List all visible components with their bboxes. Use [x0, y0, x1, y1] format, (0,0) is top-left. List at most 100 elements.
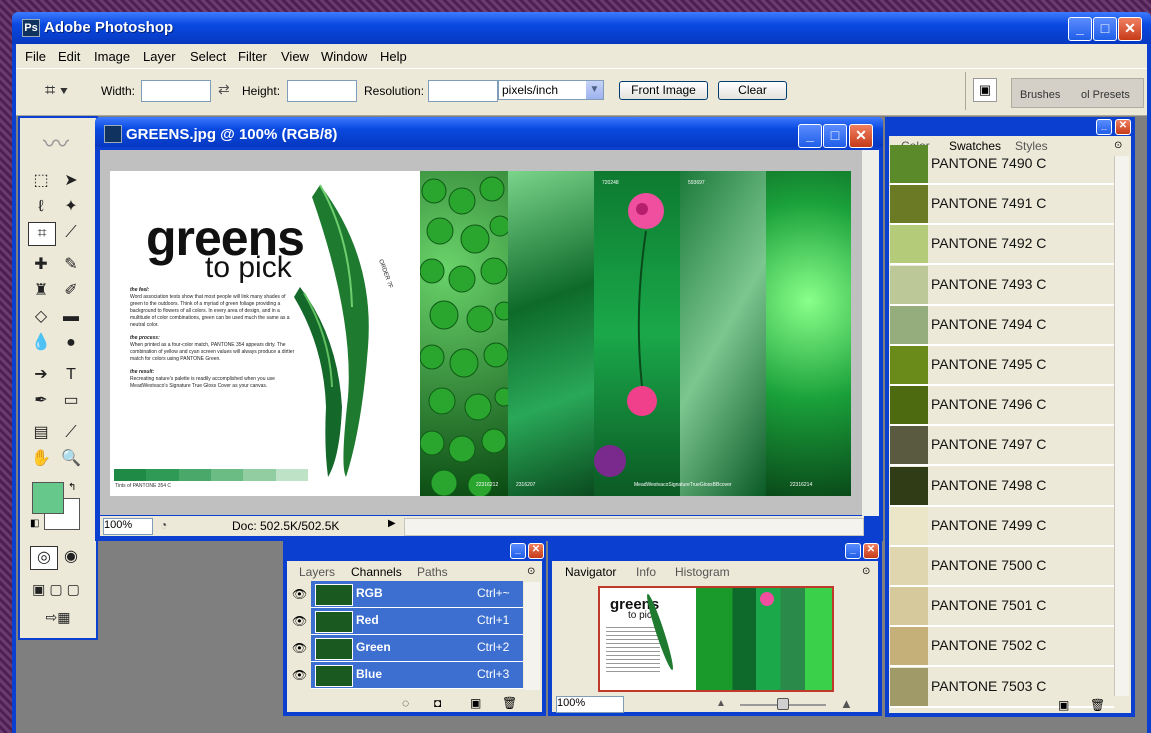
- magic-wand-tool-icon[interactable]: ✦: [58, 196, 84, 218]
- navigator-close-button[interactable]: ✕: [863, 543, 879, 559]
- menu-help[interactable]: Help: [380, 49, 407, 64]
- menu-layer[interactable]: Layer: [143, 49, 176, 64]
- swatch-row[interactable]: PANTONE 7500 C: [890, 547, 1114, 587]
- navigator-thumbnail[interactable]: greens to pick: [598, 586, 834, 692]
- menu-image[interactable]: Image: [94, 49, 130, 64]
- swatch-chip[interactable]: [890, 265, 928, 304]
- zoom-tool-icon[interactable]: 🔍: [58, 448, 84, 470]
- file-browser-icon[interactable]: ▣: [973, 78, 997, 102]
- quick-mask-mode-icon[interactable]: ◉: [58, 546, 84, 568]
- channel-row[interactable]: 👁 Green Ctrl+2: [287, 635, 523, 662]
- eye-icon[interactable]: 👁: [292, 668, 307, 682]
- swatch-row[interactable]: PANTONE 7497 C: [890, 426, 1114, 467]
- swatch-chip[interactable]: [890, 346, 928, 384]
- menu-edit[interactable]: Edit: [58, 49, 80, 64]
- swatch-row[interactable]: PANTONE 7499 C: [890, 506, 1114, 547]
- navigator-zoom-field[interactable]: 100%: [556, 696, 624, 713]
- eye-icon[interactable]: 👁: [292, 641, 307, 655]
- eye-icon[interactable]: 👁: [292, 587, 307, 601]
- eyedropper-tool-icon[interactable]: ⟋: [58, 422, 84, 444]
- status-arrow-icon[interactable]: ▶: [388, 518, 396, 529]
- type-tool-icon[interactable]: T: [58, 364, 84, 386]
- screen-mode-icons[interactable]: ▣▢▢: [28, 578, 88, 600]
- zoom-in-icon[interactable]: ▲: [840, 696, 853, 711]
- channels-menu-icon[interactable]: ⊙: [527, 566, 535, 577]
- blur-tool-icon[interactable]: 💧: [28, 332, 54, 354]
- pen-tool-icon[interactable]: ✒: [28, 390, 54, 412]
- swatches-minimize-button[interactable]: _: [1096, 119, 1112, 135]
- gradient-tool-icon[interactable]: ▬: [58, 306, 84, 328]
- save-selection-icon[interactable]: ◘: [434, 696, 441, 710]
- navigator-menu-icon[interactable]: ⊙: [862, 566, 870, 577]
- swatches-close-button[interactable]: ✕: [1115, 119, 1131, 135]
- foreground-color-swatch[interactable]: [32, 482, 64, 514]
- swatch-row[interactable]: PANTONE 7491 C: [890, 185, 1114, 226]
- load-selection-icon[interactable]: ◌: [402, 696, 409, 710]
- clone-stamp-tool-icon[interactable]: ♜: [28, 280, 54, 302]
- menu-file[interactable]: File: [25, 49, 46, 64]
- hand-tool-icon[interactable]: ✋: [28, 448, 54, 470]
- tab-histogram[interactable]: Histogram: [675, 565, 730, 579]
- swatches-menu-icon[interactable]: ⊙: [1114, 140, 1122, 151]
- swatch-row[interactable]: PANTONE 7501 C: [890, 587, 1114, 628]
- app-titlebar[interactable]: [12, 12, 1151, 44]
- width-input[interactable]: [141, 80, 211, 102]
- brush-tool-icon[interactable]: ✎: [58, 254, 84, 276]
- channel-row[interactable]: 👁 Red Ctrl+1: [287, 608, 523, 635]
- swatch-chip[interactable]: [890, 426, 928, 465]
- jump-to-imageready-icon[interactable]: ⇨▦: [28, 606, 88, 628]
- history-brush-tool-icon[interactable]: ✐: [58, 280, 84, 302]
- swatch-chip[interactable]: [890, 627, 928, 666]
- new-swatch-icon[interactable]: ▣: [1058, 698, 1069, 712]
- doc-horizontal-scrollbar[interactable]: [404, 518, 864, 536]
- navigator-minimize-button[interactable]: _: [845, 543, 861, 559]
- lasso-tool-icon[interactable]: ℓ: [28, 196, 54, 218]
- menu-view[interactable]: View: [281, 49, 309, 64]
- swap-colors-icon[interactable]: ↰: [68, 482, 76, 493]
- crop-tool-preset-icon[interactable]: ⌗ ▾: [45, 80, 68, 101]
- eraser-tool-icon[interactable]: ◇: [28, 306, 54, 328]
- channels-scrollbar[interactable]: [524, 582, 540, 690]
- channels-minimize-button[interactable]: _: [510, 543, 526, 559]
- delete-swatch-icon[interactable]: 🗑: [1090, 698, 1105, 712]
- maximize-button[interactable]: □: [1093, 17, 1117, 41]
- resolution-input[interactable]: [428, 80, 498, 102]
- swatch-row[interactable]: PANTONE 7490 C: [890, 145, 1114, 185]
- move-tool-icon[interactable]: ➤: [58, 170, 84, 192]
- swatch-chip[interactable]: [890, 547, 928, 585]
- new-channel-icon[interactable]: ▣: [470, 696, 481, 710]
- swatch-row[interactable]: PANTONE 7503 C: [890, 667, 1114, 708]
- swatch-chip[interactable]: [890, 466, 928, 505]
- swatch-chip[interactable]: [890, 305, 928, 344]
- tab-paths[interactable]: Paths: [417, 565, 448, 579]
- slice-tool-icon[interactable]: ⟋: [58, 222, 84, 244]
- tool-presets-tab[interactable]: ol Presets: [1081, 89, 1130, 101]
- swatch-chip[interactable]: [890, 506, 928, 545]
- zoom-out-icon[interactable]: ▲: [716, 698, 726, 709]
- tab-info[interactable]: Info: [636, 565, 656, 579]
- status-menu-icon[interactable]: ◔: [160, 518, 167, 532]
- feather-logo-icon[interactable]: 〰: [24, 124, 88, 160]
- delete-channel-icon[interactable]: 🗑: [502, 696, 517, 710]
- height-input[interactable]: [287, 80, 357, 102]
- swatch-row[interactable]: PANTONE 7496 C: [890, 386, 1114, 427]
- swatch-chip[interactable]: [890, 185, 928, 224]
- clear-button[interactable]: Clear: [718, 81, 787, 100]
- channel-row[interactable]: 👁 RGB Ctrl+~: [287, 581, 523, 608]
- crop-tool-icon[interactable]: ⌗: [28, 222, 56, 246]
- swatch-chip[interactable]: [890, 145, 928, 183]
- swatch-row[interactable]: PANTONE 7498 C: [890, 466, 1114, 507]
- close-button[interactable]: ✕: [1118, 17, 1142, 41]
- menu-window[interactable]: Window: [321, 49, 367, 64]
- resolution-units-select[interactable]: pixels/inch ▼: [498, 80, 604, 100]
- swatch-row[interactable]: PANTONE 7495 C: [890, 346, 1114, 386]
- swatch-row[interactable]: PANTONE 7493 C: [890, 265, 1114, 306]
- swatch-chip[interactable]: [890, 667, 928, 706]
- tab-channels[interactable]: Channels: [347, 565, 406, 579]
- tab-navigator[interactable]: Navigator: [561, 565, 621, 579]
- healing-brush-tool-icon[interactable]: ✚: [28, 254, 54, 276]
- eye-icon[interactable]: 👁: [292, 614, 307, 628]
- tab-layers[interactable]: Layers: [299, 565, 335, 579]
- channels-close-button[interactable]: ✕: [528, 543, 544, 559]
- swatch-row[interactable]: PANTONE 7492 C: [890, 225, 1114, 266]
